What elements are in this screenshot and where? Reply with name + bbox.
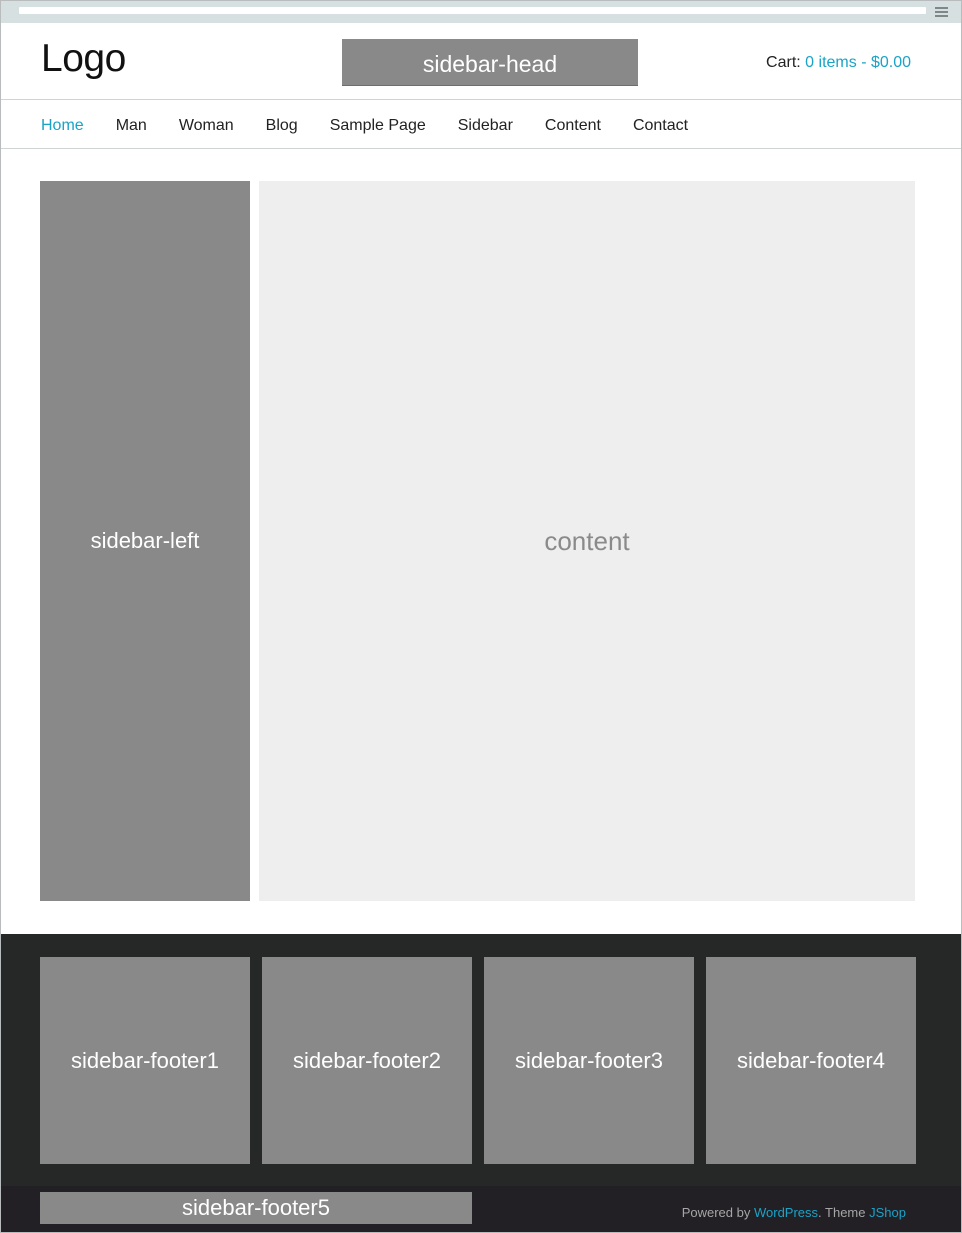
nav-item-sample-page[interactable]: Sample Page <box>330 117 426 135</box>
cart-link[interactable]: 0 items - $0.00 <box>805 54 911 71</box>
footer-credits: Powered by WordPress. Theme JShop <box>682 1205 906 1220</box>
sidebar-footer3-widget: sidebar-footer3 <box>484 957 694 1164</box>
wordpress-link[interactable]: WordPress <box>754 1205 818 1220</box>
sidebar-left-label: sidebar-left <box>90 528 200 553</box>
sidebar-footer1-widget: sidebar-footer1 <box>40 957 250 1164</box>
content-label: content <box>544 525 630 556</box>
nav-item-man[interactable]: Man <box>116 117 147 135</box>
sidebar-footer5-label: sidebar-footer5 <box>182 1195 330 1220</box>
sidebar-footer5-widget: sidebar-footer5 <box>40 1192 472 1224</box>
cart-label: Cart: <box>766 54 801 71</box>
sidebar-footer4-widget: sidebar-footer4 <box>706 957 916 1164</box>
sidebar-head-widget: sidebar-head <box>342 39 638 86</box>
main-navigation: Home Man Woman Blog Sample Page Sidebar … <box>1 101 961 149</box>
nav-item-home[interactable]: Home <box>41 117 84 135</box>
theme-link[interactable]: JShop <box>869 1205 906 1220</box>
nav-item-blog[interactable]: Blog <box>266 117 298 135</box>
site-footer: sidebar-footer1 sidebar-footer2 sidebar-… <box>1 934 961 1186</box>
footer-bottom-bar: sidebar-footer5 Powered by WordPress. Th… <box>1 1186 961 1232</box>
content-area: content <box>259 181 915 901</box>
theme-separator-text: . Theme <box>818 1205 866 1220</box>
sidebar-footer3-label: sidebar-footer3 <box>515 1047 663 1073</box>
hamburger-menu-icon[interactable] <box>935 7 948 17</box>
nav-item-woman[interactable]: Woman <box>179 117 234 135</box>
powered-by-text: Powered by <box>681 1205 751 1220</box>
sidebar-footer2-widget: sidebar-footer2 <box>262 957 472 1164</box>
nav-item-contact[interactable]: Contact <box>633 117 688 135</box>
page-frame: Logo sidebar-head Cart: 0 items - $0.00 … <box>0 0 962 1233</box>
nav-item-sidebar[interactable]: Sidebar <box>458 117 513 135</box>
sidebar-footer4-label: sidebar-footer4 <box>737 1047 885 1073</box>
sidebar-left-widget: sidebar-left <box>40 181 250 901</box>
sidebar-footer1-label: sidebar-footer1 <box>71 1047 219 1073</box>
nav-item-content[interactable]: Content <box>545 117 601 135</box>
logo[interactable]: Logo <box>41 37 126 81</box>
top-strip <box>1 1 961 23</box>
top-bar <box>19 7 926 14</box>
sidebar-footer2-label: sidebar-footer2 <box>293 1047 441 1073</box>
site-header: Logo sidebar-head Cart: 0 items - $0.00 <box>1 23 961 100</box>
cart-summary: Cart: 0 items - $0.00 <box>766 54 911 72</box>
